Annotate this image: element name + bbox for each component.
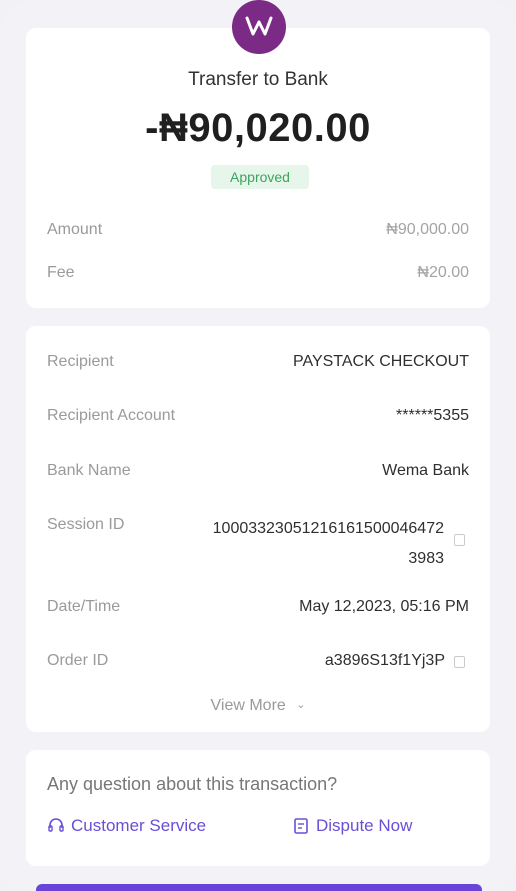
copy-order-id-icon[interactable] — [454, 656, 465, 668]
session-id-value: 1000332305121616150004647​2 3983 — [144, 514, 444, 574]
recipient-account-label: Recipient Account — [47, 407, 176, 424]
recipient-label: Recipient — [47, 353, 114, 370]
session-id-label: Session ID — [47, 516, 125, 533]
recipient-row: Recipient PAYSTACK CHECKOUT — [47, 353, 469, 377]
dispute-document-icon — [294, 818, 308, 834]
status-badge: Approved — [211, 165, 309, 189]
headset-icon — [48, 818, 64, 832]
order-id-row: Order ID a3896S13f1Yj3P — [47, 652, 469, 676]
view-more-button[interactable]: View More ⌄ — [0, 697, 516, 715]
support-question: Any question about this transaction? — [47, 774, 338, 794]
recipient-value: PAYSTACK CHECKOUT — [292, 353, 469, 370]
amount-value: ₦90,000.00 — [386, 221, 469, 238]
dispute-now-button[interactable]: Dispute Now — [292, 816, 412, 836]
fee-row: Fee ₦20.00 — [47, 264, 469, 288]
bank-logo-icon — [232, 0, 286, 54]
session-id-line1: 1000332305121616150004647​2 — [212, 520, 444, 537]
transaction-amount: -₦90,020.00 — [145, 106, 371, 150]
view-more-label: View More — [210, 697, 286, 714]
support-card — [26, 750, 490, 866]
datetime-row: Date/Time May 12,2023, 05:16 PM — [47, 598, 469, 622]
datetime-label: Date/Time — [47, 598, 121, 615]
session-id-line2: 3983 — [408, 550, 444, 567]
customer-service-button[interactable]: Customer Service — [47, 816, 206, 836]
chevron-down-icon: ⌄ — [296, 699, 306, 711]
bank-name-row: Bank Name Wema Bank — [47, 462, 469, 486]
amount-row: Amount ₦90,000.00 — [47, 221, 469, 245]
phone-screen: Transfer to Bank -₦90,020.00 Approved Am… — [0, 0, 516, 891]
recipient-account-row: Recipient Account ******5355 — [47, 407, 469, 431]
order-id-value: a3896S13f1Yj3P — [324, 652, 445, 669]
order-id-label: Order ID — [47, 652, 109, 669]
bank-name-label: Bank Name — [47, 462, 131, 479]
copy-session-id-icon[interactable] — [454, 534, 465, 546]
amount-label: Amount — [47, 221, 103, 238]
dispute-now-label: Dispute Now — [316, 816, 413, 835]
datetime-value: May 12,2023, 05:16 PM — [299, 598, 469, 615]
customer-service-label: Customer Service — [71, 816, 207, 835]
bottom-action-bar[interactable] — [36, 884, 482, 891]
fee-label: Fee — [47, 264, 75, 281]
recipient-account-value: ******5355 — [396, 407, 469, 424]
bank-name-value: Wema Bank — [382, 462, 469, 479]
fee-value: ₦20.00 — [417, 264, 469, 281]
transaction-title: Transfer to Bank — [188, 69, 328, 90]
